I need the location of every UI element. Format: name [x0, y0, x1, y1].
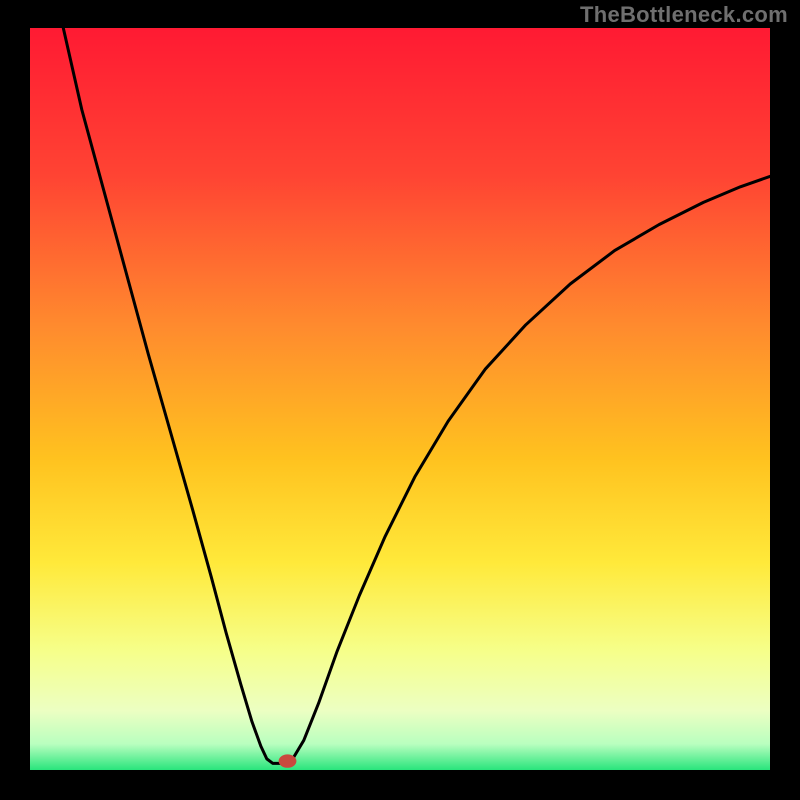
watermark-text: TheBottleneck.com [580, 2, 788, 28]
chart-frame: TheBottleneck.com [0, 0, 800, 800]
bottleneck-chart [0, 0, 800, 800]
optimal-marker [279, 754, 297, 767]
gradient-background [30, 28, 770, 770]
